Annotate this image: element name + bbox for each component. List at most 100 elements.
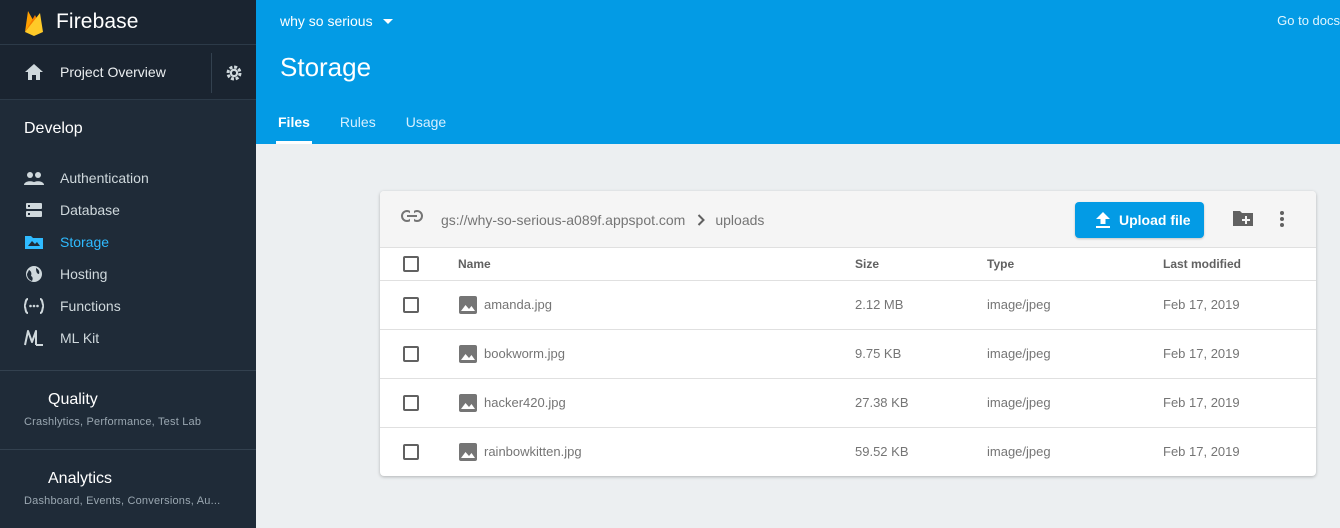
sidebar-item-label: Authentication [60, 170, 149, 186]
row-checkbox-cell [380, 378, 458, 428]
col-type[interactable]: Type [987, 248, 1163, 281]
file-name[interactable]: bookworm.jpg [484, 346, 565, 361]
quality-section[interactable]: Quality Crashlytics, Performance, Test L… [0, 370, 256, 450]
file-size: 2.12 MB [855, 280, 987, 330]
breadcrumb: gs://why-so-serious-a089f.appspot.com up… [441, 212, 764, 228]
caret-down-icon [382, 18, 393, 24]
storage-folder-icon [24, 232, 44, 252]
home-icon [25, 64, 43, 80]
row-checkbox[interactable] [403, 345, 419, 362]
project-overview[interactable]: Project Overview [0, 44, 256, 100]
file-type: image/jpeg [987, 444, 1051, 460]
sidebar-item-functions[interactable]: Functions [0, 290, 256, 322]
gear-icon[interactable] [225, 64, 243, 82]
sidebar-item-storage[interactable]: Storage [0, 226, 256, 258]
table-header-row: Name Size Type Last modified [380, 248, 1316, 281]
new-folder-icon[interactable] [1232, 209, 1254, 227]
develop-title: Develop [24, 120, 83, 137]
file-name-cell: amanda.jpg [458, 280, 855, 330]
sidebar-item-ml-kit[interactable]: ML Kit [0, 322, 256, 354]
file-size: 59.52 KB [855, 444, 909, 460]
project-selector[interactable]: why so serious [280, 13, 393, 29]
sidebar-item-label: Hosting [60, 266, 108, 282]
file-table: Name Size Type Last modified amanda.jpg … [380, 248, 1316, 476]
divider [211, 53, 212, 93]
sidebar-item-label: Functions [60, 298, 121, 314]
ml-kit-icon [24, 328, 44, 348]
file-name[interactable]: rainbowkitten.jpg [484, 444, 582, 459]
row-checkbox-cell [380, 280, 458, 330]
sidebar-item-hosting[interactable]: Hosting [0, 258, 256, 290]
table-row[interactable]: rainbowkitten.jpg 59.52 KB image/jpeg Fe… [380, 427, 1316, 476]
analytics-section[interactable]: Analytics Dashboard, Events, Conversions… [0, 449, 256, 528]
table-row[interactable]: amanda.jpg 2.12 MB image/jpeg Feb 17, 20… [380, 280, 1316, 330]
image-file-icon [459, 295, 477, 314]
row-checkbox[interactable] [403, 394, 419, 411]
brand[interactable]: Firebase [0, 0, 256, 44]
project-overview-label: Project Overview [60, 64, 166, 80]
select-all-cell [380, 248, 458, 281]
page-title: Storage [280, 52, 372, 82]
develop-section: Develop Authentication Database Storage [0, 100, 256, 354]
row-checkbox-cell [380, 329, 458, 379]
chevron-right-icon [698, 214, 706, 226]
file-modified: Feb 17, 2019 [1163, 444, 1240, 460]
header: why so serious Go to docs Storage Files … [256, 0, 1340, 144]
col-size[interactable]: Size [855, 248, 987, 281]
file-size: 27.38 KB [855, 378, 987, 428]
col-name[interactable]: Name [458, 248, 855, 281]
file-type: image/jpeg [987, 280, 1163, 330]
go-to-docs-link[interactable]: Go to docs [1277, 13, 1340, 28]
file-modified: Feb 17, 2019 [1163, 280, 1316, 330]
analytics-subtitle: Dashboard, Events, Conversions, Au... [24, 495, 221, 507]
sidebar: Firebase Project Overview Develop Authen… [0, 0, 256, 528]
database-icon [24, 200, 44, 220]
quality-subtitle: Crashlytics, Performance, Test Lab [24, 416, 202, 428]
sidebar-item-label: ML Kit [60, 330, 100, 346]
file-name[interactable]: amanda.jpg [484, 297, 552, 312]
row-checkbox[interactable] [403, 296, 419, 313]
sidebar-item-label: Database [60, 202, 120, 218]
browser-toolbar: gs://why-so-serious-a089f.appspot.com up… [380, 191, 1316, 248]
file-modified: Feb 17, 2019 [1163, 329, 1316, 379]
breadcrumb-bucket[interactable]: gs://why-so-serious-a089f.appspot.com [441, 212, 685, 228]
table-row[interactable]: hacker420.jpg 27.38 KB image/jpeg Feb 17… [380, 378, 1316, 428]
globe-icon [24, 264, 44, 284]
upload-icon [1096, 212, 1110, 228]
functions-icon [24, 296, 44, 316]
row-checkbox[interactable] [403, 443, 419, 460]
more-vert-icon[interactable] [1279, 210, 1285, 228]
row-checkbox-cell [380, 427, 458, 476]
sidebar-item-label: Storage [60, 234, 110, 250]
file-browser: gs://why-so-serious-a089f.appspot.com up… [380, 191, 1316, 476]
sidebar-item-database[interactable]: Database [0, 194, 256, 226]
select-all-checkbox[interactable] [403, 255, 419, 272]
file-name-cell: hacker420.jpg [458, 378, 855, 428]
sidebar-item-authentication[interactable]: Authentication [0, 162, 256, 194]
quality-title: Quality [48, 391, 98, 408]
file-size: 9.75 KB [855, 329, 987, 379]
tab-usage[interactable]: Usage [406, 100, 446, 144]
tab-rules[interactable]: Rules [340, 100, 376, 144]
file-type: image/jpeg [987, 378, 1163, 428]
link-icon[interactable] [401, 210, 423, 222]
image-file-icon [459, 393, 477, 412]
table-row[interactable]: bookworm.jpg 9.75 KB image/jpeg Feb 17, … [380, 329, 1316, 379]
upload-file-label: Upload file [1119, 212, 1191, 228]
file-type: image/jpeg [987, 329, 1163, 379]
project-name: why so serious [280, 13, 373, 29]
brand-name: Firebase [56, 10, 139, 33]
people-icon [24, 168, 44, 188]
image-file-icon [459, 442, 477, 461]
firebase-logo-icon [25, 11, 43, 36]
upload-file-button[interactable]: Upload file [1075, 202, 1204, 238]
image-file-icon [459, 344, 477, 363]
breadcrumb-folder[interactable]: uploads [715, 212, 764, 228]
tab-files[interactable]: Files [276, 100, 312, 144]
file-name-cell: rainbowkitten.jpg [458, 427, 855, 476]
col-modified[interactable]: Last modified [1163, 248, 1316, 281]
develop-nav: Authentication Database Storage Hosting [0, 162, 256, 354]
file-name[interactable]: hacker420.jpg [484, 395, 566, 410]
file-modified: Feb 17, 2019 [1163, 378, 1316, 428]
analytics-title: Analytics [48, 470, 113, 487]
